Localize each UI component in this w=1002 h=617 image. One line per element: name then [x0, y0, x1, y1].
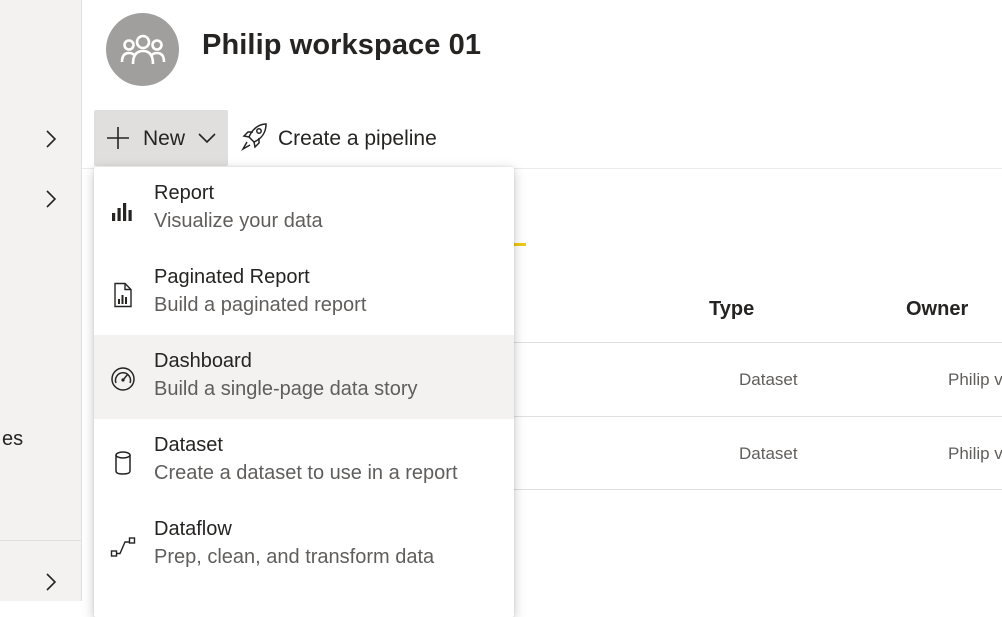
paginated-report-icon	[114, 282, 132, 308]
menu-item-title: Report	[154, 182, 215, 204]
row-divider	[514, 416, 1002, 417]
menu-item-paginated-report[interactable]: Paginated Report Build a paginated repor…	[94, 251, 514, 335]
rocket-icon	[240, 123, 267, 152]
menu-item-dataflow[interactable]: Dataflow Prep, clean, and transform data	[94, 503, 514, 587]
chevron-right-icon[interactable]	[44, 189, 58, 209]
menu-item-description: Build a single-page data story	[154, 378, 418, 400]
menu-item-description: Create a dataset to use in a report	[154, 462, 458, 484]
menu-item-dashboard[interactable]: Dashboard Build a single-page data story	[94, 335, 514, 419]
nav-divider	[0, 540, 81, 541]
menu-item-description: Build a paginated report	[154, 294, 367, 316]
chevron-down-icon	[198, 133, 216, 144]
gauge-icon	[111, 367, 135, 391]
menu-item-dataset[interactable]: Dataset Create a dataset to use in a rep…	[94, 419, 514, 503]
create-pipeline-label: Create a pipeline	[278, 127, 437, 150]
menu-item-description: Visualize your data	[154, 210, 323, 232]
plus-icon	[107, 127, 129, 149]
cell-type: Dataset	[739, 444, 798, 463]
new-button[interactable]: New	[94, 110, 228, 166]
cell-owner: Philip v	[948, 370, 1002, 389]
cell-type: Dataset	[739, 370, 798, 389]
column-header-owner[interactable]: Owner	[906, 298, 968, 321]
new-dropdown-menu: Report Visualize your data Paginated Rep…	[94, 167, 514, 617]
column-header-type[interactable]: Type	[709, 298, 754, 321]
dataflow-icon	[110, 537, 136, 557]
chevron-right-icon[interactable]	[44, 129, 58, 149]
bar-chart-icon	[112, 203, 132, 221]
row-divider	[514, 489, 1002, 490]
nav-item-label[interactable]: es	[2, 428, 23, 451]
row-divider	[514, 342, 1002, 343]
people-group-icon	[120, 34, 165, 64]
new-button-label: New	[143, 127, 186, 150]
workspace-title: Philip workspace 01	[202, 29, 482, 61]
menu-item-description: Prep, clean, and transform data	[154, 546, 435, 568]
left-nav-pane: es	[0, 0, 82, 601]
chevron-right-icon[interactable]	[44, 572, 58, 592]
cell-owner: Philip v	[948, 444, 1002, 463]
menu-item-title: Paginated Report	[154, 266, 310, 288]
workspace-avatar	[106, 13, 179, 86]
menu-item-title: Dashboard	[154, 350, 252, 372]
database-icon	[115, 451, 131, 475]
menu-item-title: Dataflow	[154, 518, 232, 540]
menu-item-title: Dataset	[154, 434, 223, 456]
menu-item-report[interactable]: Report Visualize your data	[94, 167, 514, 251]
